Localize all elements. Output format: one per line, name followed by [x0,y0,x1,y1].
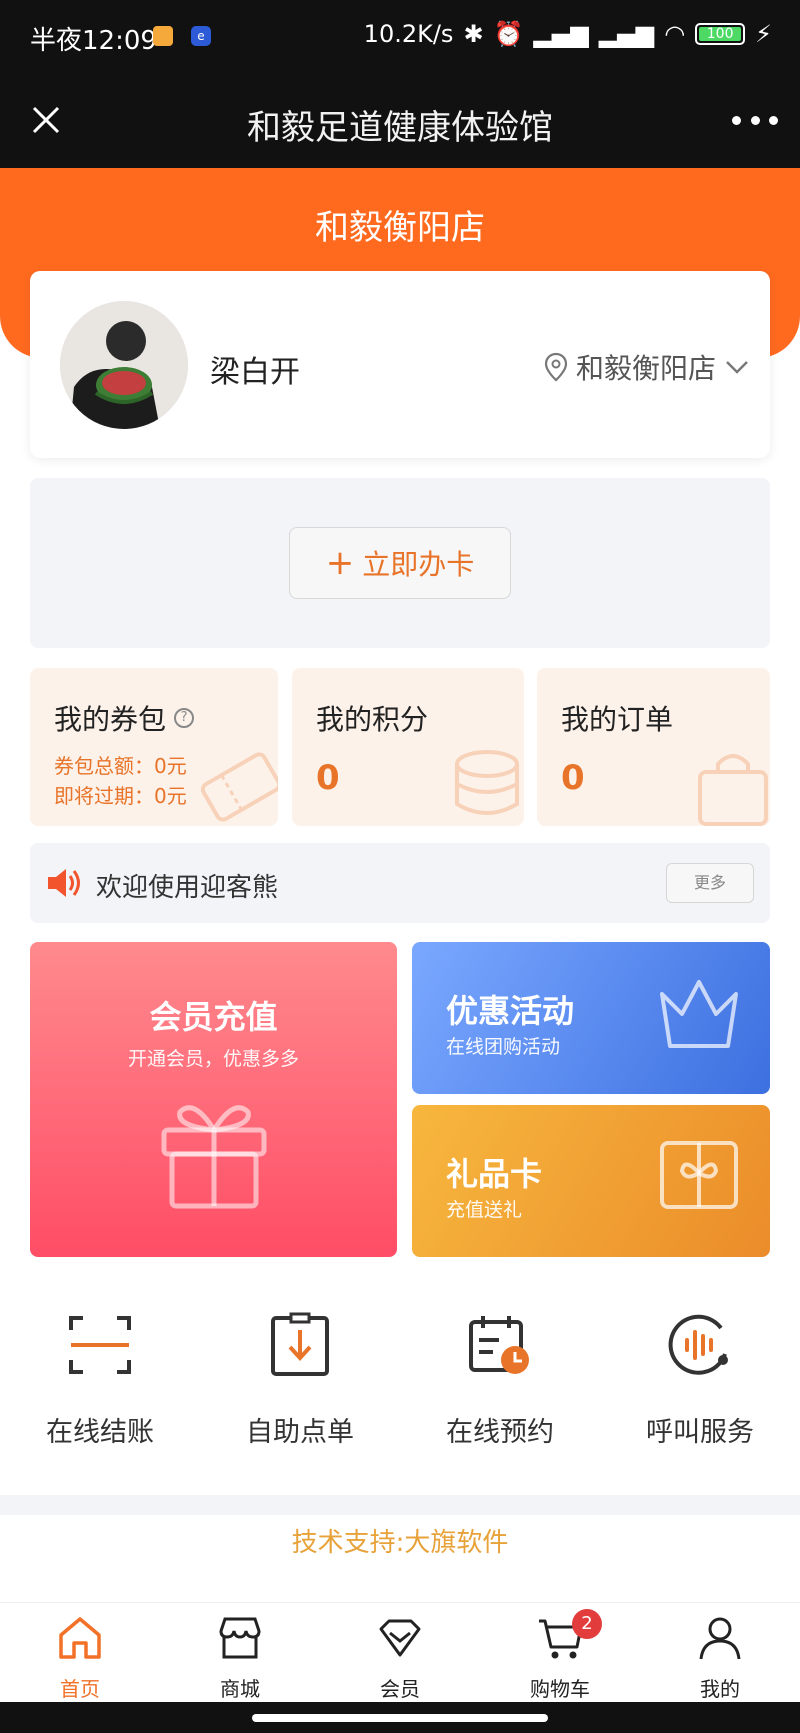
status-time: 半夜12:09 [30,26,157,56]
store-selector-label: 和毅衡阳店 [575,352,716,385]
member-recharge-subtitle: 开通会员，优惠多多 [127,1048,299,1070]
tech-support-text: 技术支持:大旗软件 [291,1528,509,1558]
member-icon [379,1619,421,1657]
service-online-booking-label: 在线预约 [446,1417,554,1448]
chevron-down-icon [726,361,748,374]
page-title: 和毅足道健康体验馆 [247,108,553,148]
coupon-wallet-card[interactable]: 我的券包 ? 券包总额：0元 即将过期：0元 [30,668,278,826]
apply-card-button[interactable]: + 立即办卡 [289,527,511,599]
profile-card: 梁白开 和毅衡阳店 [30,271,770,458]
plus-icon: + [325,543,355,583]
tab-shop[interactable]: 商城 [180,1613,300,1702]
gift-card-icon [660,1141,738,1209]
gift-card-title: 礼品卡 [446,1155,543,1193]
scan-icon [69,1316,131,1374]
store-title: 和毅衡阳店 [315,208,485,248]
promotion-tile[interactable]: 优惠活动 在线团购活动 [412,942,770,1094]
alarm-icon: ⏰ [493,20,524,48]
service-online-checkout-label: 在线结账 [46,1417,154,1448]
app-notification-icon [153,26,173,46]
service-self-order-label: 自助点单 [246,1417,354,1448]
home-indicator[interactable] [252,1714,548,1722]
cart-badge: 2 [572,1609,602,1639]
signal-icon: ▂▄▆ [533,20,589,48]
location-pin-icon [544,352,568,382]
more-dots-icon[interactable] [732,100,778,140]
tab-member-label: 会员 [380,1677,420,1701]
orders-card[interactable]: 我的订单 0 [537,668,770,826]
points-title: 我的积分 [316,703,429,736]
navbar: 和毅足道健康体验馆 [0,72,800,168]
user-icon [699,1617,741,1660]
order-download-icon [271,1312,329,1376]
browser-notification-icon: e [191,26,211,46]
coupon-total: 券包总额：0元 [54,754,187,778]
gift-icon [161,1105,267,1209]
tab-shop-label: 商城 [220,1677,260,1701]
service-online-booking[interactable]: 在线预约 [400,1310,600,1449]
store-selector[interactable]: 和毅衡阳店 [544,347,750,387]
speaker-icon [48,869,80,897]
coupon-expiring: 即将过期：0元 [54,784,187,808]
tab-mine-label: 我的 [700,1677,740,1701]
status-right: 10.2K/s ✱ ⏰ ▂▄▆ ▂▄▆ ◠ 100 ⚡ [364,20,772,48]
help-icon[interactable]: ? [174,708,195,728]
section-divider [0,1495,800,1515]
gift-card-tile[interactable]: 礼品卡 充值送礼 [412,1105,770,1257]
tab-mine[interactable]: 我的 [660,1613,780,1702]
bottom-tab-bar: 首页 商城 会员 2 购物车 我的 [0,1602,800,1702]
battery-level: 100 [699,27,742,41]
tab-home[interactable]: 首页 [20,1613,140,1702]
orders-value: 0 [561,758,585,798]
gift-card-subtitle: 充值送礼 [446,1199,523,1221]
crown-icon [660,980,738,1048]
notice-bar: 欢迎使用迎客熊 更多 [30,843,770,923]
signal-icon-2: ▂▄▆ [598,20,655,48]
calendar-clock-icon [469,1316,529,1374]
shop-icon [219,1617,261,1659]
tab-cart-label: 购物车 [530,1677,590,1701]
notice-text: 欢迎使用迎客熊 [96,873,279,903]
notice-more-button[interactable]: 更多 [666,863,754,903]
service-call[interactable]: 呼叫服务 [600,1310,800,1449]
orders-title: 我的订单 [561,703,674,736]
promotion-title: 优惠活动 [446,992,575,1030]
tab-cart[interactable]: 2 购物车 [500,1609,620,1702]
avatar[interactable] [60,301,188,429]
member-recharge-title: 会员充值 [149,998,278,1036]
home-icon [59,1617,101,1659]
points-value: 0 [316,758,340,798]
points-card[interactable]: 我的积分 0 [292,668,524,826]
coupon-wallet-title: 我的券包 ? [54,698,195,738]
coupon-wallet-title-text: 我的券包 [54,703,167,736]
member-recharge-tile[interactable]: 会员充值 开通会员，优惠多多 [30,942,397,1257]
wifi-icon: ◠ [664,20,686,48]
service-self-order[interactable]: 自助点单 [200,1310,400,1449]
service-online-checkout[interactable]: 在线结账 [0,1310,200,1449]
promotion-subtitle: 在线团购活动 [446,1036,561,1058]
battery-icon: 100 [695,23,746,45]
ticket-icon [200,752,278,822]
charging-icon: ⚡ [755,20,772,48]
shopping-bag-icon [698,754,768,826]
call-service-icon [668,1314,728,1375]
coins-icon [455,750,519,815]
net-speed: 10.2K/s [363,20,454,48]
membership-card-area: + 立即办卡 [30,478,770,648]
bluetooth-icon: ✱ [463,20,484,48]
service-call-label: 呼叫服务 [646,1417,754,1448]
tab-member[interactable]: 会员 [340,1613,460,1702]
user-name: 梁白开 [210,355,300,390]
apply-card-label: 立即办卡 [362,548,475,581]
status-bar: 半夜12:09 e 10.2K/s ✱ ⏰ ▂▄▆ ▂▄▆ ◠ 100 ⚡ [0,0,800,72]
tab-home-label: 首页 [60,1677,100,1701]
